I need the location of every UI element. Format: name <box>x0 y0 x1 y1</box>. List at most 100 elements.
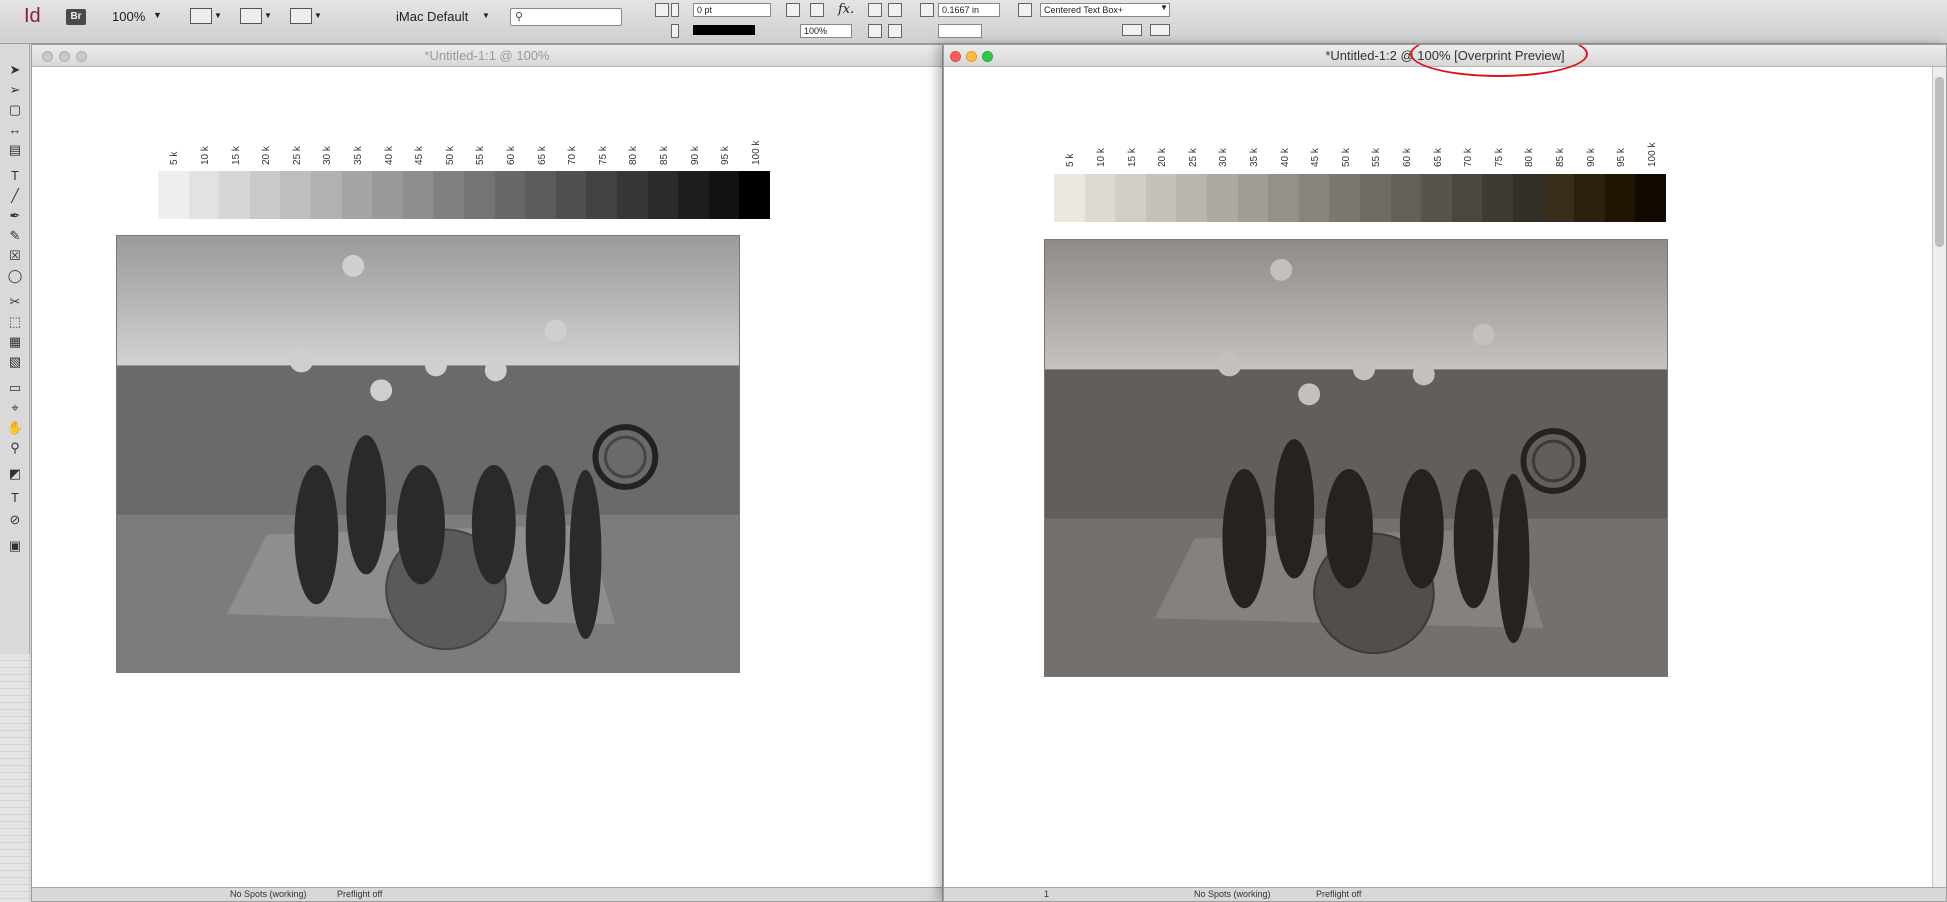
screen-mode-tool-icon[interactable]: ▣ <box>7 538 23 554</box>
ramp-step <box>463 171 495 219</box>
zoom-window-button[interactable] <box>76 51 87 62</box>
ramp-step <box>1390 174 1422 222</box>
status-bar: No Spots (working) Preflight off <box>32 887 942 901</box>
chevron-down-icon[interactable]: ▼ <box>314 11 322 20</box>
ramp-label: 50 k <box>1340 148 1352 167</box>
page-number-field[interactable]: 1 <box>1044 888 1049 901</box>
fit-content-icon[interactable] <box>888 3 902 17</box>
ellipse-tool-icon[interactable]: ◯ <box>7 268 23 284</box>
rectangle-frame-tool-icon[interactable]: ☒ <box>7 248 23 264</box>
gradient-feather-tool-icon[interactable]: ▧ <box>7 354 23 370</box>
corner-options-icon[interactable] <box>786 3 800 17</box>
apply-arrow-icon[interactable] <box>671 24 679 38</box>
chevron-down-icon[interactable]: ▼ <box>482 11 490 20</box>
opacity-field[interactable]: 100% <box>800 24 852 38</box>
preflight-status[interactable]: Preflight off <box>1316 888 1361 901</box>
direct-selection-tool-icon[interactable]: ➢ <box>7 82 23 98</box>
fill-frame-icon[interactable] <box>888 24 902 38</box>
spots-status[interactable]: No Spots (working) <box>230 888 307 901</box>
ramp-label: 35 k <box>352 146 364 165</box>
free-transform-tool-icon[interactable]: ⬚ <box>7 314 23 330</box>
page-tool-icon[interactable]: ▢ <box>7 102 23 118</box>
type-tool-icon[interactable]: T <box>7 168 23 184</box>
clear-overrides-icon[interactable] <box>1122 24 1142 36</box>
ramp-label: 15 k <box>230 146 242 165</box>
minimize-window-button[interactable] <box>966 51 977 62</box>
formatting-affects-icon[interactable]: T <box>7 490 23 506</box>
ramp-label: 30 k <box>1218 148 1230 167</box>
align-selector[interactable] <box>938 24 982 38</box>
search-input[interactable]: ⚲ <box>510 8 622 26</box>
close-window-button[interactable] <box>42 51 53 62</box>
gray-ramp <box>158 171 770 219</box>
close-window-button[interactable] <box>950 51 961 62</box>
workspace-switcher[interactable]: iMac Default <box>396 9 468 24</box>
ramp-label: 40 k <box>383 146 395 165</box>
scroll-thumb[interactable] <box>1935 77 1944 247</box>
chevron-down-icon[interactable]: ▼ <box>1160 3 1168 12</box>
group-photo[interactable] <box>1044 239 1668 677</box>
spots-status[interactable]: No Spots (working) <box>1194 888 1271 901</box>
ramp-label: 50 k <box>444 146 456 165</box>
hand-tool-icon[interactable]: ✋ <box>7 420 23 436</box>
pencil-tool-icon[interactable]: ✎ <box>7 228 23 244</box>
ramp-step <box>678 171 709 219</box>
ramp-step <box>1237 174 1269 222</box>
ramp-step <box>494 171 526 219</box>
zoom-level[interactable]: 100% <box>112 9 145 24</box>
window-title-bar[interactable]: *Untitled-1:2 @ 100% [Overprint Preview] <box>944 45 1946 77</box>
style-options-icon[interactable] <box>1150 24 1170 36</box>
ramp-step <box>586 171 617 219</box>
ramp-label: 10 k <box>199 146 211 165</box>
effects-icon[interactable]: fx. <box>838 2 854 17</box>
vertical-scrollbar[interactable] <box>1932 67 1946 889</box>
gap-tool-icon[interactable]: ↔ <box>7 122 23 138</box>
ramp-step <box>1574 174 1605 222</box>
zoom-tool-icon[interactable]: ⚲ <box>7 440 23 456</box>
apply-none-icon[interactable]: ⊘ <box>7 512 23 528</box>
scissors-tool-icon[interactable]: ✂ <box>7 294 23 310</box>
group-photo[interactable] <box>116 235 740 673</box>
ramp-label: 30 k <box>322 146 334 165</box>
object-style-dropdown[interactable]: Centered Text Box+ <box>1040 3 1170 17</box>
pen-tool-icon[interactable]: ✒ <box>7 208 23 224</box>
fill-swatch[interactable] <box>655 3 669 17</box>
fit-frame-icon[interactable] <box>868 3 882 17</box>
note-tool-icon[interactable]: ▭ <box>7 380 23 396</box>
ramp-label: 95 k <box>1616 148 1628 167</box>
ramp-label: 5 k <box>169 151 181 165</box>
ramp-labels: 5 k 10 k 15 k 20 k 25 k 30 k 35 k 40 k 45 k 50 k 5… <box>1056 143 1816 167</box>
drop-shadow-icon[interactable] <box>810 3 824 17</box>
apply-arrow-icon[interactable] <box>671 3 679 17</box>
reference-point-icon[interactable] <box>920 3 934 17</box>
ramp-label: 20 k <box>1157 148 1169 167</box>
ramp-label: 65 k <box>536 146 548 165</box>
screen-mode-icon[interactable] <box>240 8 262 24</box>
window-title-bar[interactable]: *Untitled-1:1 @ 100% <box>32 45 942 67</box>
chevron-down-icon[interactable]: ▼ <box>264 11 272 20</box>
ramp-step <box>1206 174 1238 222</box>
minimize-window-button[interactable] <box>59 51 70 62</box>
reference-value-field[interactable]: 0.1667 in <box>938 3 1000 17</box>
view-options-icon[interactable] <box>190 8 212 24</box>
selection-tool-icon[interactable]: ➤ <box>7 62 23 78</box>
ramp-label: 75 k <box>1493 148 1505 167</box>
stroke-type-swatch[interactable] <box>693 25 755 35</box>
ramp-step <box>219 171 250 219</box>
ramp-step <box>708 171 740 219</box>
arrange-documents-icon[interactable] <box>290 8 312 24</box>
eyedropper-tool-icon[interactable]: ⌖ <box>7 400 23 416</box>
ramp-label: 80 k <box>1524 148 1536 167</box>
chevron-down-icon[interactable]: ▼ <box>214 11 222 20</box>
bridge-button[interactable]: Br <box>66 9 86 25</box>
stroke-weight-field[interactable]: 0 pt <box>693 3 771 17</box>
gradient-swatch-tool-icon[interactable]: ▦ <box>7 334 23 350</box>
zoom-dropdown-icon[interactable]: ▼ <box>153 10 162 20</box>
content-collector-tool-icon[interactable]: ▤ <box>7 142 23 158</box>
line-tool-icon[interactable]: ╱ <box>7 188 23 204</box>
center-content-icon[interactable] <box>868 24 882 38</box>
preflight-status[interactable]: Preflight off <box>337 888 382 901</box>
ramp-step <box>341 171 373 219</box>
zoom-window-button[interactable] <box>982 51 993 62</box>
fill-stroke-icon[interactable]: ◩ <box>7 466 23 482</box>
